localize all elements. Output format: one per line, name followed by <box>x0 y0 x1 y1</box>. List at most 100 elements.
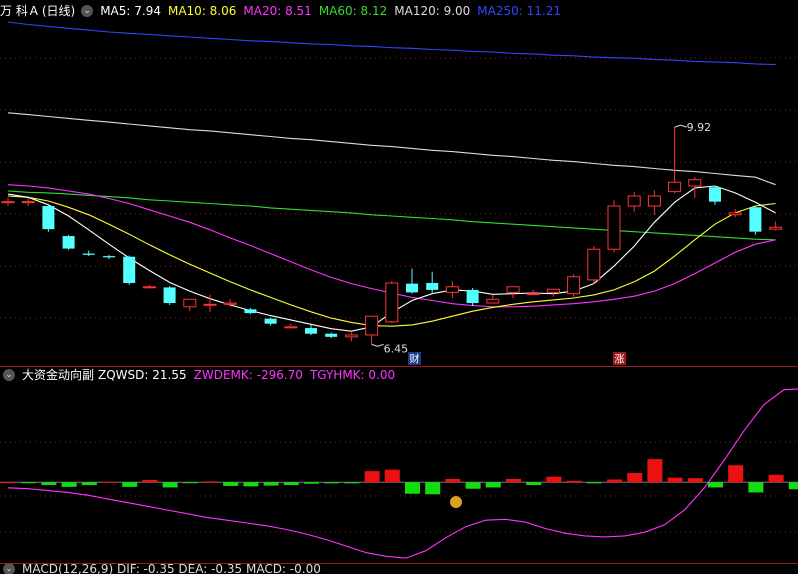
candle-down <box>62 236 75 249</box>
volume-bar <box>647 459 663 483</box>
candle-up <box>183 298 197 308</box>
volume-bar <box>728 465 744 483</box>
volume-bar <box>465 482 481 489</box>
candle-up <box>284 326 298 329</box>
volume-bar <box>506 478 521 483</box>
volume-bar <box>546 476 562 483</box>
candle-up <box>21 201 35 204</box>
chevron-down-icon[interactable]: ⌄ <box>3 564 15 574</box>
money-bag-icon <box>450 496 462 508</box>
volume-bar <box>304 482 319 484</box>
indicator-name[interactable]: 大资金动向副 <box>22 366 94 384</box>
volume-bar <box>748 482 764 493</box>
candle-down <box>244 309 257 314</box>
candle-down <box>123 256 136 284</box>
ma120-label: MA120: 9.00 <box>394 4 471 18</box>
volume-bar <box>405 482 420 494</box>
period-label[interactable]: (日线) <box>42 2 75 20</box>
candle-down <box>42 206 55 230</box>
volume-bar <box>566 480 582 483</box>
main-legend: 万 科Ａ (日线) ⌄ MA5: 7.94 MA10: 8.06 MA20: 8… <box>0 2 568 20</box>
macd-legend: MACD(12,26,9) DIF: -0.35 DEA: -0.35 MACD… <box>22 564 321 574</box>
candle-down <box>163 287 176 304</box>
zwdemk-label: ZWDEMK: -296.70 <box>193 368 303 382</box>
candle-up <box>142 286 156 289</box>
volume-bar <box>384 469 400 483</box>
volume-bar <box>102 481 117 483</box>
volume-bar <box>425 482 441 495</box>
candle-down <box>709 187 721 202</box>
volume-bar <box>667 477 683 483</box>
volume-bar <box>122 482 138 487</box>
candle-up <box>1 201 15 204</box>
volume-bar <box>627 473 643 483</box>
ma5-label: MA5: 7.94 <box>100 4 161 18</box>
candle-down <box>466 289 479 304</box>
volume-bar <box>61 482 77 487</box>
candle-up <box>385 282 399 323</box>
chevron-down-icon[interactable]: ⌄ <box>81 5 94 17</box>
volume-bar <box>243 482 259 487</box>
candle-up <box>769 226 783 230</box>
kline-chart[interactable]: 9.92 6.45财 涨 <box>0 0 798 571</box>
candle-up <box>203 303 217 306</box>
volume-bar <box>142 480 158 483</box>
ma120-line <box>7 112 776 186</box>
candle-up <box>607 205 621 250</box>
candle-down <box>749 207 762 232</box>
volume-bar <box>263 482 279 486</box>
candle-up <box>486 298 500 304</box>
zqwsd-label: ZQWSD: 21.55 <box>98 368 187 382</box>
candle-up <box>223 302 237 305</box>
candle-up <box>688 179 702 187</box>
volume-bar <box>223 482 239 486</box>
candle-down <box>264 318 277 324</box>
volume-bar <box>182 482 198 484</box>
volume-bar <box>81 482 97 486</box>
candle-up <box>506 286 520 293</box>
volume-bar <box>283 482 299 486</box>
volume-bar <box>788 482 798 490</box>
volume-bar <box>324 482 340 484</box>
candle-down <box>103 256 115 258</box>
volume-bar <box>1 482 16 484</box>
candle-up <box>728 212 742 216</box>
candle-up <box>546 288 560 293</box>
ma60-label: MA60: 8.12 <box>318 4 388 18</box>
volume-bar <box>768 474 784 483</box>
chevron-down-icon[interactable]: ⌄ <box>3 369 15 381</box>
volume-bar <box>708 482 723 488</box>
candle-down <box>325 333 338 337</box>
volume-bar <box>344 482 360 484</box>
ma250-label: MA250: 11.21 <box>477 4 561 18</box>
volume-bar <box>607 479 622 483</box>
candle-up <box>526 293 540 296</box>
volume-bar <box>364 471 380 483</box>
volume-bar <box>485 482 501 488</box>
volume-bar <box>687 478 703 483</box>
sub-legend: ⌄ 大资金动向副 ZQWSD: 21.55 ZWDEMK: -296.70 TG… <box>0 366 402 384</box>
stock-name[interactable]: 万 科Ａ <box>0 2 40 20</box>
low-marker-label: 6.45 <box>384 342 409 355</box>
candle-up <box>647 195 661 207</box>
candle-down <box>305 328 317 334</box>
zwdemk-line <box>7 388 798 559</box>
volume-bar <box>445 478 461 483</box>
candle-up <box>567 276 581 295</box>
candle-up <box>445 286 459 293</box>
volume-bar <box>162 482 178 488</box>
volume-bar <box>586 482 602 484</box>
volume-bar <box>203 481 218 483</box>
tgyhmk-label: TGYHMK: 0.00 <box>309 368 396 382</box>
candle-up <box>344 334 358 338</box>
candle-down <box>426 283 439 290</box>
bottom-legend: ⌄ MACD(12,26,9) DIF: -0.35 DEA: -0.35 MA… <box>0 564 328 574</box>
low-marker-arrow <box>371 343 384 347</box>
candle-up <box>627 195 641 207</box>
candle-down <box>82 253 95 255</box>
candle-up <box>668 181 682 193</box>
high-marker-label: 9.92 <box>687 121 712 134</box>
ma20-label: MA20: 8.51 <box>243 4 312 18</box>
candle-up <box>365 315 379 336</box>
rise-badge-label: 涨 <box>615 354 625 366</box>
